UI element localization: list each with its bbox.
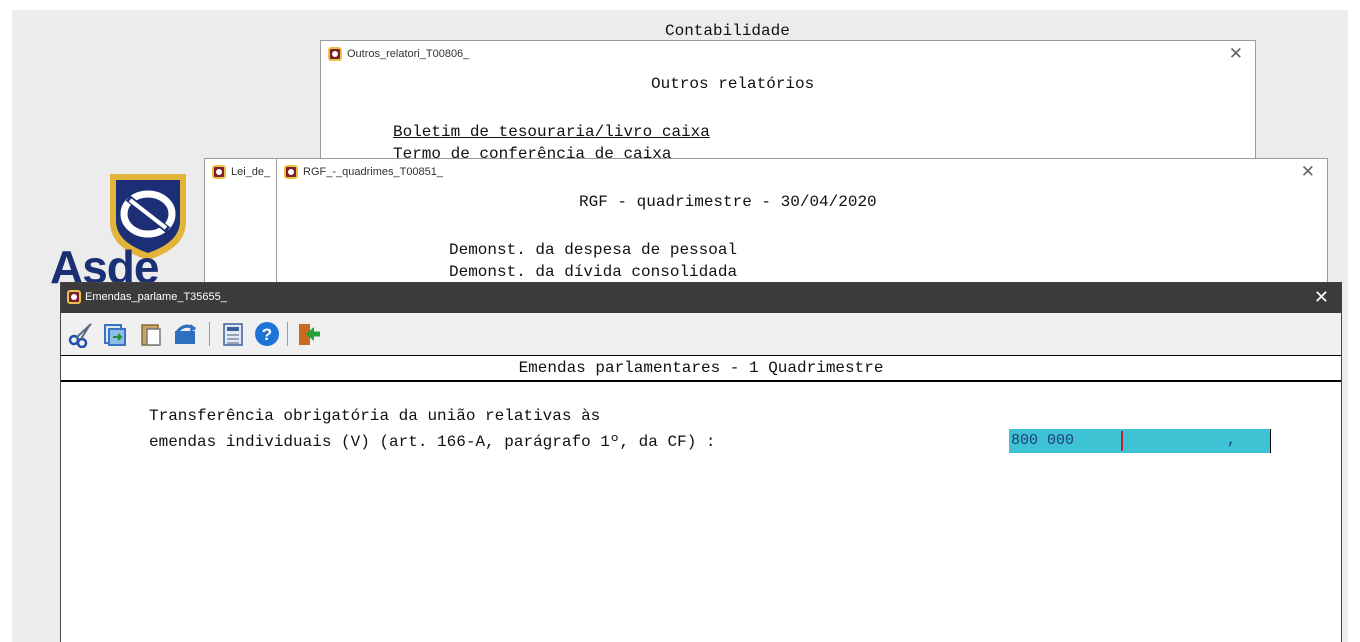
outros-title-bar[interactable]: Outros_relatori_T00806_ ✕ — [321, 41, 1255, 69]
lei-window-title: Lei_de_ — [231, 166, 271, 178]
decimal-separator: , — [1227, 432, 1237, 449]
toolbar: ? — [61, 313, 1341, 356]
field-label-line-2: emendas individuais (V) (art. 166-A, par… — [149, 433, 716, 451]
help-icon[interactable]: ? — [253, 320, 281, 348]
text-cursor — [1121, 431, 1123, 451]
emendas-title-bar[interactable]: Emendas_parlame_T35655_ ✕ — [61, 283, 1341, 313]
rgf-title-bar[interactable]: RGF_-_quadrimes_T00851_ ✕ — [277, 159, 1327, 187]
app-icon — [284, 165, 298, 179]
app-icon — [67, 290, 81, 304]
cut-icon[interactable] — [67, 320, 95, 348]
outros-heading: Outros relatórios — [651, 75, 815, 93]
menu-item-despesa-pessoal[interactable]: Demonst. da despesa de pessoal — [449, 241, 737, 259]
paste-icon[interactable] — [137, 320, 165, 348]
menu-item-boletim[interactable]: Boletim de tesouraria/livro caixa — [393, 123, 710, 141]
app-icon — [328, 47, 342, 61]
toolbar-separator — [209, 322, 210, 346]
outros-window-title: Outros_relatori_T00806_ — [347, 48, 470, 60]
transferencia-value-input[interactable]: 800 000 , — [1009, 429, 1271, 453]
outros-close-icon[interactable]: ✕ — [1229, 44, 1243, 64]
menu-item-label: Boletim de tesouraria/livro caixa — [393, 123, 710, 141]
form-header: Emendas parlamentares - 1 Quadrimestre — [61, 355, 1341, 382]
form-heading: Emendas parlamentares - 1 Quadrimestre — [518, 359, 884, 377]
toolbar-separator — [287, 322, 288, 346]
emendas-window[interactable]: Emendas_parlame_T35655_ ✕ ? Emendas parl… — [60, 282, 1342, 642]
background-window-title: Contabilidade — [665, 22, 790, 40]
rgf-close-icon[interactable]: ✕ — [1301, 162, 1315, 182]
lei-window[interactable]: Lei_de_ — [204, 158, 284, 298]
calculator-icon[interactable] — [219, 320, 247, 348]
import-icon[interactable] — [101, 320, 129, 348]
rgf-window[interactable]: RGF_-_quadrimes_T00851_ ✕ RGF - quadrime… — [276, 158, 1328, 298]
field-label-line-1: Transferência obrigatória da união relat… — [149, 407, 601, 425]
menu-item-divida-consolidada[interactable]: Demonst. da dívida consolidada — [449, 263, 737, 281]
app-icon — [212, 165, 226, 179]
lei-title-bar[interactable]: Lei_de_ — [205, 159, 283, 187]
undo-icon[interactable] — [171, 320, 199, 348]
emendas-close-icon[interactable]: ✕ — [1314, 287, 1329, 308]
svg-text:?: ? — [262, 325, 272, 344]
exit-icon[interactable] — [295, 320, 323, 348]
emendas-window-title: Emendas_parlame_T35655_ — [85, 291, 227, 303]
field-value: 800 000 — [1011, 432, 1075, 449]
rgf-window-title: RGF_-_quadrimes_T00851_ — [303, 166, 444, 178]
rgf-heading: RGF - quadrimestre - 30/04/2020 — [579, 193, 877, 211]
